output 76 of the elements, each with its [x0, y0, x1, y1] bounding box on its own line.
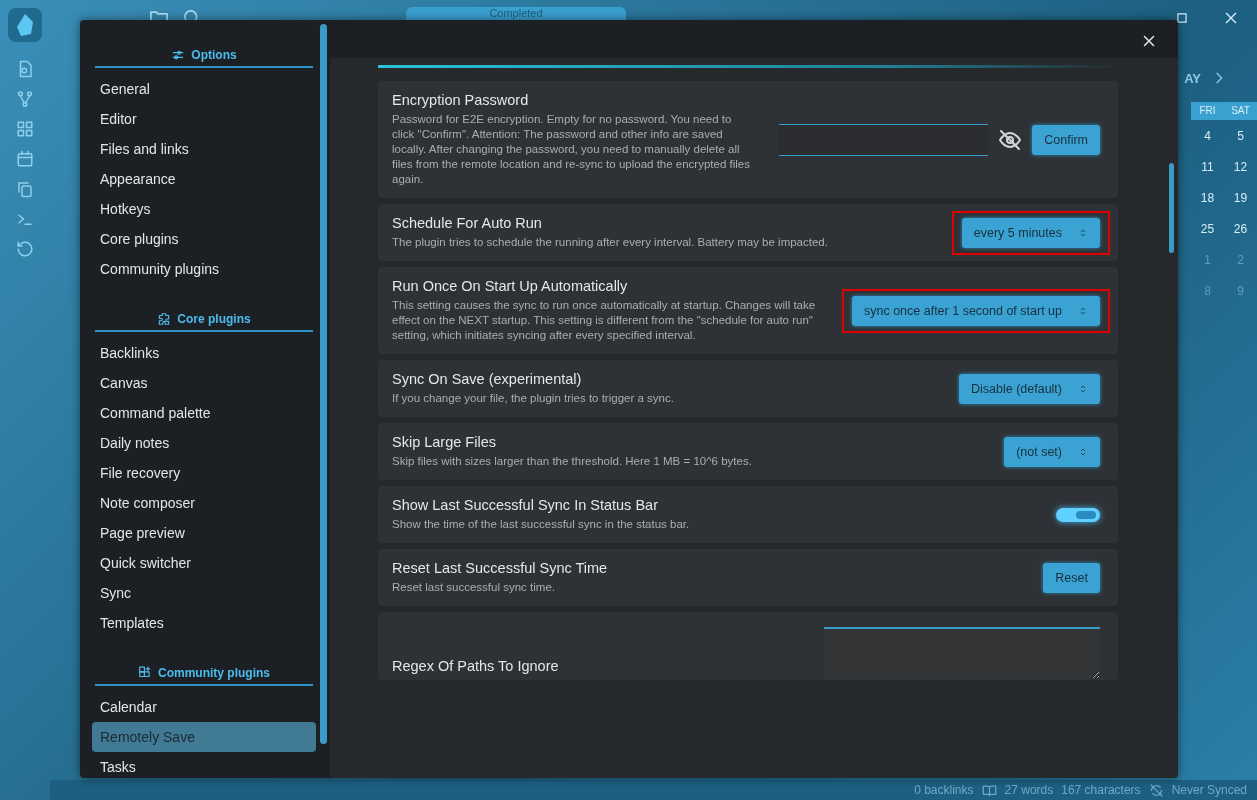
settings-nav-item[interactable]: Templates: [92, 608, 316, 638]
settings-nav-item[interactable]: Community plugins: [92, 254, 316, 284]
settings-nav-item[interactable]: Quick switcher: [92, 548, 316, 578]
sliders-icon: [171, 48, 186, 62]
blocks-icon: [138, 666, 152, 680]
reset-button[interactable]: Reset: [1043, 562, 1100, 593]
word-count: 27 words: [1004, 783, 1054, 797]
settings-nav-item[interactable]: Editor: [92, 104, 316, 134]
puzzle-icon: [157, 312, 172, 326]
settings-nav-item[interactable]: File recovery: [92, 458, 316, 488]
dropdown[interactable]: every 5 minutes: [961, 217, 1100, 248]
settings-nav-item[interactable]: Command palette: [92, 398, 316, 428]
settings-nav-item[interactable]: Tasks: [92, 752, 316, 778]
graph-icon: [16, 90, 34, 108]
backlinks-count: 0 backlinks: [914, 783, 974, 797]
setting-description: This setting causes the sync to run once automatically at startup. Changes will take effect on the NEXT startup. This setting is different from the "schedule for auto run" setting, which initiates syncing after every specified interval.: [392, 298, 817, 343]
dropdown[interactable]: sync once after 1 second of start up: [851, 295, 1100, 326]
section-heading: Core plugins: [95, 312, 313, 332]
settings-nav-item[interactable]: Files and links: [92, 134, 316, 164]
setting-title: Skip Large Files: [392, 434, 497, 450]
dropdown[interactable]: Disable (default): [959, 373, 1100, 404]
calendar-heading: AY: [1184, 70, 1201, 86]
calendar-day[interactable]: 5: [1224, 126, 1257, 145]
settings-nav-item[interactable]: Note composer: [92, 488, 316, 518]
settings-nav-item[interactable]: General: [92, 74, 316, 104]
setting-description: If you change your file, the plugin tries to trigger a sync.: [392, 391, 675, 406]
setting-title: Run Once On Start Up Automatically: [392, 278, 629, 294]
settings-nav-item[interactable]: Appearance: [92, 164, 316, 194]
settings-nav-item[interactable]: Calendar: [92, 692, 316, 722]
setting-title: Schedule For Auto Run: [392, 215, 543, 231]
close-icon: [1223, 10, 1239, 26]
grid-icon: [16, 120, 34, 138]
scrollbar[interactable]: [1169, 163, 1174, 253]
setting-description: Password for E2E encryption. Empty for no password. You need to click "Confirm". Attention: The password and other info are saved locally. After changing the password, you need to manually delete all files from the remote location and re-sync to upload the encrypted files again.: [392, 112, 751, 187]
text-area[interactable]: [824, 627, 1100, 679]
toggle-switch[interactable]: [1056, 507, 1100, 522]
settings-nav-item[interactable]: Remotely Save: [92, 722, 316, 752]
calendar-day[interactable]: 4: [1191, 126, 1224, 145]
settings-nav-item[interactable]: Page preview: [92, 518, 316, 548]
settings-nav-item[interactable]: Sync: [92, 578, 316, 608]
calendar-day[interactable]: 26: [1224, 219, 1257, 238]
settings-nav-item[interactable]: Backlinks: [92, 338, 316, 368]
book-icon: [981, 782, 997, 798]
maximize-icon: [1175, 11, 1189, 25]
setting-title: Show Last Successful Sync In Status Bar: [392, 497, 659, 513]
setting-description: Skip files with sizes larger than the threshold. Here 1 MB = 10^6 bytes.: [392, 454, 753, 469]
setting-description: Show the time of the last successful sync in the status bar.: [392, 517, 691, 532]
dropdown[interactable]: (not set): [1004, 436, 1100, 467]
calendar-day[interactable]: 12: [1224, 157, 1257, 176]
settings-nav-item[interactable]: Hotkeys: [92, 194, 316, 224]
section-heading: Community plugins: [95, 666, 313, 686]
copy-icon: [16, 180, 34, 198]
setting-title: Sync On Save (experimental): [392, 371, 583, 387]
calendar-day[interactable]: 19: [1224, 188, 1257, 207]
history-icon: [16, 240, 34, 258]
calendar-icon: [16, 150, 34, 168]
weekday-label: SAT: [1230, 104, 1251, 118]
calendar-day[interactable]: 25: [1191, 219, 1224, 238]
confirm-button[interactable]: Confirm: [1032, 124, 1100, 155]
setting-description: Reset last successful sync time.: [392, 580, 556, 595]
calendar-day[interactable]: 18: [1191, 188, 1224, 207]
setting-title: Encryption Password: [392, 92, 530, 108]
calendar-day[interactable]: 11: [1191, 157, 1224, 176]
setting-title: Regex Of Paths To Ignore: [392, 658, 560, 674]
setting-description: The plugin tries to schedule the running after every interval. Battery may be impacted.: [392, 235, 829, 250]
settings-nav-item[interactable]: Core plugins: [92, 224, 316, 254]
scrollbar[interactable]: [320, 24, 327, 744]
app-logo[interactable]: [8, 8, 42, 42]
settings-nav-item[interactable]: Daily notes: [92, 428, 316, 458]
section-heading: Options: [95, 48, 313, 68]
weekday-label: FRI: [1198, 104, 1217, 118]
password-field[interactable]: [779, 123, 989, 156]
setting-title: Reset Last Successful Sync Time: [392, 560, 609, 576]
sync-off-icon: [1148, 782, 1164, 798]
character-count: 167 characters: [1061, 783, 1141, 797]
settings-nav-item[interactable]: Canvas: [92, 368, 316, 398]
